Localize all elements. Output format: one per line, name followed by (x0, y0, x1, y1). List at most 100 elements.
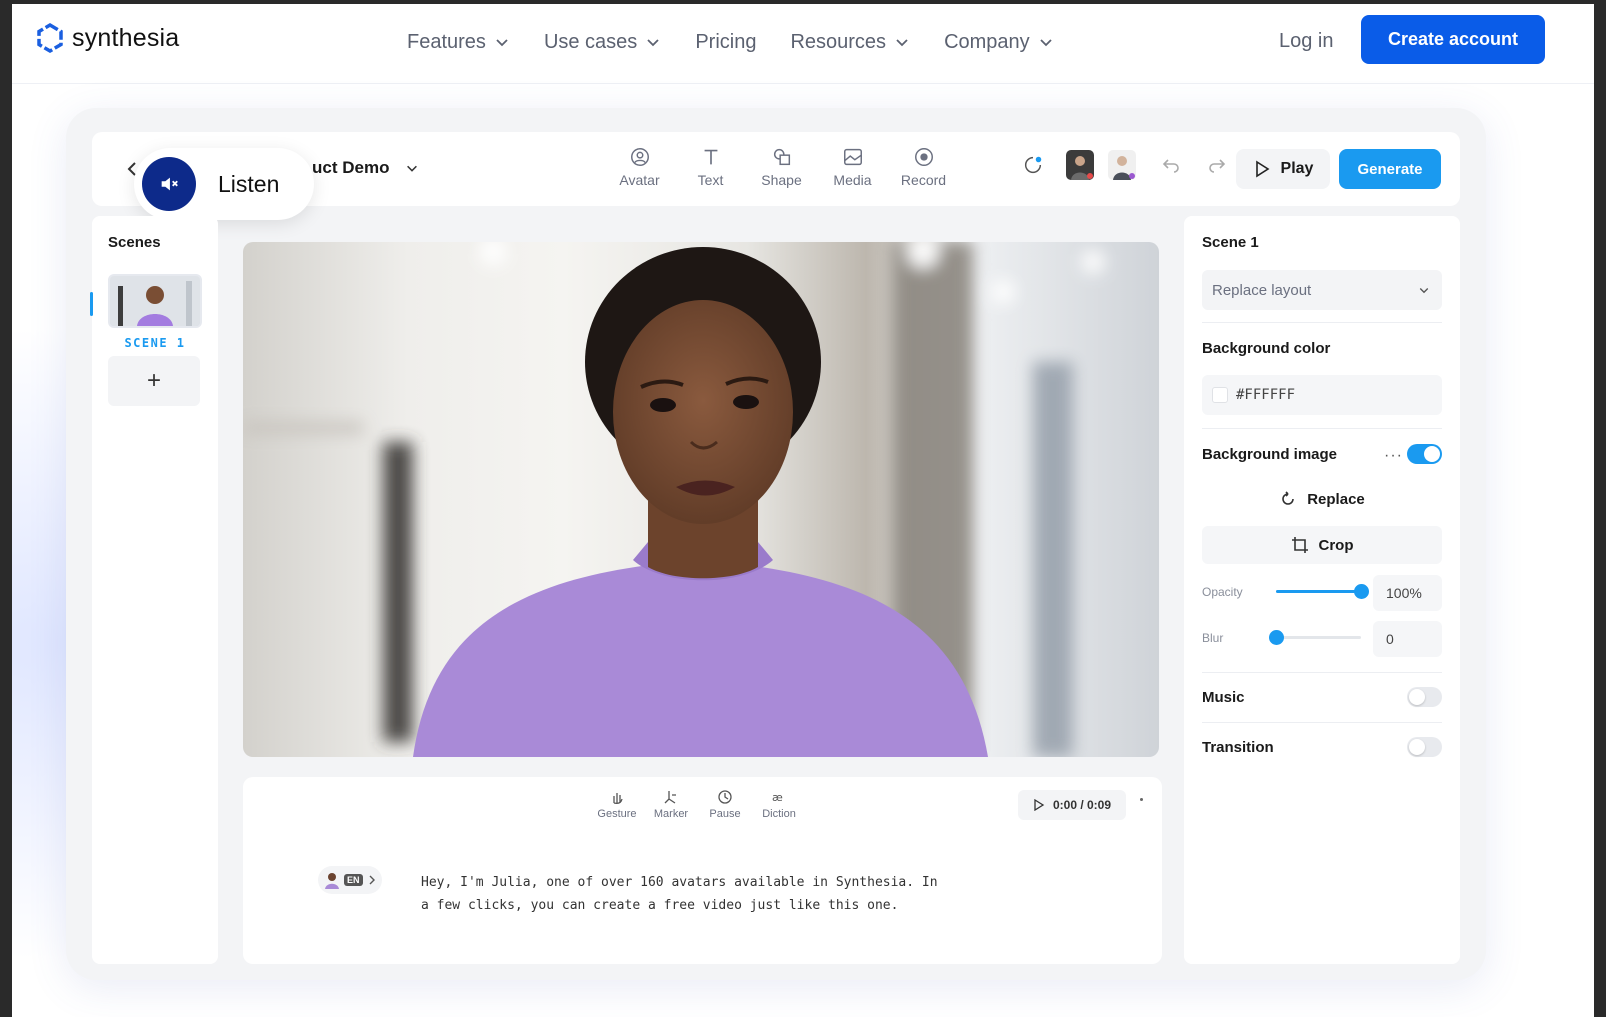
background-color-input[interactable]: #FFFFFF (1202, 375, 1442, 415)
script-tools: Gesture Marker Pause æ Diction (590, 789, 806, 820)
marker-label: Marker (653, 808, 689, 820)
properties-title: Scene 1 (1202, 234, 1259, 251)
crop-button[interactable]: Crop (1202, 526, 1442, 564)
shape-icon (773, 148, 790, 166)
crop-label: Crop (1318, 536, 1354, 554)
speaker-selector[interactable]: EN (318, 866, 382, 894)
replace-layout-label: Replace layout (1212, 281, 1312, 299)
nav-links: Features Use cases Pricing Resources Com… (407, 26, 1088, 58)
nav-features[interactable]: Features (407, 26, 510, 58)
refresh-icon (1282, 491, 1295, 505)
scenes-title: Scenes (108, 234, 161, 251)
listen-label: Listen (218, 170, 280, 197)
background-color-value: #FFFFFF (1236, 387, 1296, 403)
comment-refresh-icon (1024, 156, 1042, 174)
nav-features-label: Features (407, 30, 486, 53)
tool-shape[interactable]: Shape (746, 146, 817, 188)
marker-icon (664, 791, 676, 804)
blur-slider[interactable] (1269, 630, 1361, 645)
chevron-down-icon (496, 39, 508, 47)
tool-record[interactable]: Record (888, 146, 959, 188)
music-toggle[interactable] (1407, 687, 1442, 707)
replace-label: Replace (1307, 490, 1365, 508)
opacity-label: Opacity (1202, 585, 1243, 599)
scenes-panel (92, 216, 218, 964)
nav-pricing[interactable]: Pricing (695, 26, 756, 58)
opacity-value[interactable]: 100% (1373, 575, 1442, 611)
crop-icon (1291, 537, 1308, 553)
chevron-down-icon (1040, 39, 1052, 47)
undo-icon (1162, 159, 1179, 173)
transition-label: Transition (1202, 739, 1274, 756)
scene-avatar-thumbnail (110, 276, 200, 326)
logo[interactable]: synthesia (34, 22, 179, 54)
chevron-down-icon (407, 165, 418, 172)
opacity-slider[interactable] (1276, 584, 1369, 599)
more-options-icon[interactable]: ··· (1384, 447, 1403, 465)
login-link[interactable]: Log in (1279, 30, 1334, 53)
media-icon (843, 148, 862, 166)
undo-button[interactable] (1158, 152, 1184, 178)
tool-avatar-label: Avatar (619, 172, 660, 188)
play-button[interactable]: Play (1236, 149, 1330, 189)
tool-text-label: Text (697, 172, 724, 188)
transition-toggle[interactable] (1407, 737, 1442, 757)
scene-label: SCENE 1 (124, 336, 186, 350)
chevron-right-icon (369, 875, 375, 885)
avatar-video-frame (243, 242, 1105, 757)
replace-layout-select[interactable]: Replace layout (1202, 270, 1442, 310)
script-tool-pause[interactable]: Pause (698, 789, 752, 820)
project-title[interactable]: uct Demo (312, 158, 419, 178)
script-time: 0:00 / 0:09 (1052, 798, 1112, 812)
more-options-icon[interactable] (1140, 798, 1143, 801)
background-color-label: Background color (1202, 340, 1331, 357)
color-swatch[interactable] (1212, 387, 1228, 403)
comments-button[interactable] (1020, 152, 1046, 178)
synthesia-logo-icon (37, 22, 63, 54)
play-label: Play (1280, 160, 1314, 177)
play-icon (1255, 160, 1270, 178)
toolbar-right (1020, 150, 1230, 180)
collaborator-avatar[interactable] (1108, 150, 1136, 180)
slider-handle[interactable] (1354, 584, 1369, 599)
slider-handle[interactable] (1269, 630, 1284, 645)
tool-avatar[interactable]: Avatar (604, 146, 675, 188)
create-account-button[interactable]: Create account (1361, 15, 1545, 64)
video-canvas[interactable] (243, 242, 1159, 757)
listen-widget[interactable]: Listen (134, 148, 314, 220)
background-image-toggle[interactable] (1407, 444, 1442, 464)
language-badge: EN (344, 874, 363, 886)
add-scene-button[interactable]: + (108, 356, 200, 406)
tool-record-label: Record (900, 172, 947, 188)
nav-company-label: Company (944, 30, 1030, 53)
chevron-down-icon (647, 39, 659, 47)
tool-media-label: Media (833, 172, 872, 188)
toggle-knob (1409, 739, 1425, 755)
generate-button[interactable]: Generate (1339, 149, 1441, 189)
script-tool-gesture[interactable]: Gesture (590, 789, 644, 820)
blur-value[interactable]: 0 (1373, 621, 1442, 657)
script-preview-button[interactable]: 0:00 / 0:09 (1018, 790, 1126, 820)
play-icon (1034, 799, 1045, 811)
tool-text[interactable]: Text (675, 146, 746, 188)
pause-clock-icon (718, 790, 732, 804)
nav-company[interactable]: Company (944, 26, 1054, 58)
text-icon (704, 149, 717, 165)
avatar-icon (325, 873, 339, 889)
script-text[interactable]: Hey, I'm Julia, one of over 160 avatars … (421, 871, 981, 917)
collaborator-avatar[interactable] (1066, 150, 1094, 180)
mute-button[interactable] (142, 157, 196, 211)
divider (1202, 672, 1442, 673)
replace-image-button[interactable]: Replace (1202, 480, 1442, 518)
nav-use-cases[interactable]: Use cases (544, 26, 661, 58)
person-icon (1113, 156, 1135, 180)
script-tool-marker[interactable]: Marker (644, 789, 698, 820)
redo-button[interactable] (1204, 152, 1230, 178)
tool-media[interactable]: Media (817, 146, 888, 188)
script-line: a few clicks, you can create a free vide… (421, 898, 899, 913)
background-image-label: Background image (1202, 446, 1338, 463)
script-tool-diction[interactable]: æ Diction (752, 789, 806, 820)
gesture-icon (613, 793, 623, 805)
nav-resources[interactable]: Resources (790, 26, 910, 58)
scene-thumbnail[interactable] (108, 274, 202, 328)
